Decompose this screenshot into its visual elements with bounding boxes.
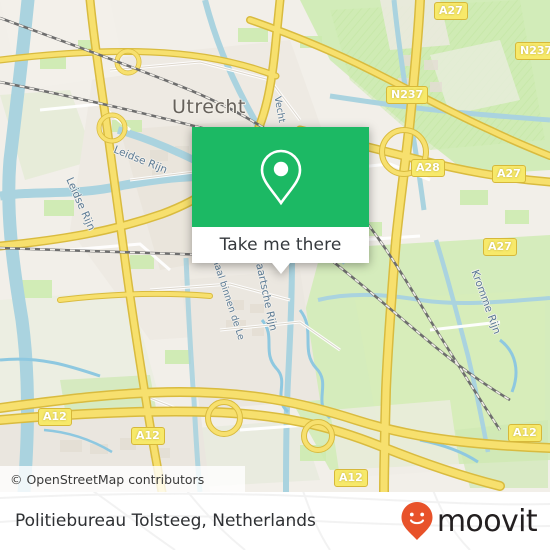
osm-attribution-text: © OpenStreetMap contributors: [10, 471, 205, 487]
moovit-brand[interactable]: moovit: [400, 492, 538, 550]
location-title-text: Politiebureau Tolsteeg, Netherlands: [15, 511, 316, 531]
take-me-there-button[interactable]: Take me there: [192, 227, 369, 263]
popup-pin-area: [192, 127, 369, 227]
moovit-smiley-pin-icon: [401, 502, 433, 540]
osm-attribution[interactable]: © OpenStreetMap contributors: [0, 466, 245, 492]
map-pin-icon: [260, 149, 301, 206]
footer-bar: Politiebureau Tolsteeg, Netherlands moov…: [0, 492, 550, 550]
take-me-there-label: Take me there: [219, 235, 342, 255]
location-title: Politiebureau Tolsteeg, Netherlands: [15, 492, 316, 550]
location-popup-card[interactable]: Take me there: [192, 127, 369, 274]
map-canvas[interactable]: Utrecht Leidse Rijn Leidse Rijn Vaartsch…: [0, 0, 550, 492]
popup-pointer: [271, 263, 290, 274]
moovit-wordmark: moovit: [436, 503, 538, 539]
moovit-map-screenshot: Utrecht Leidse Rijn Leidse Rijn Vaartsch…: [0, 0, 550, 550]
